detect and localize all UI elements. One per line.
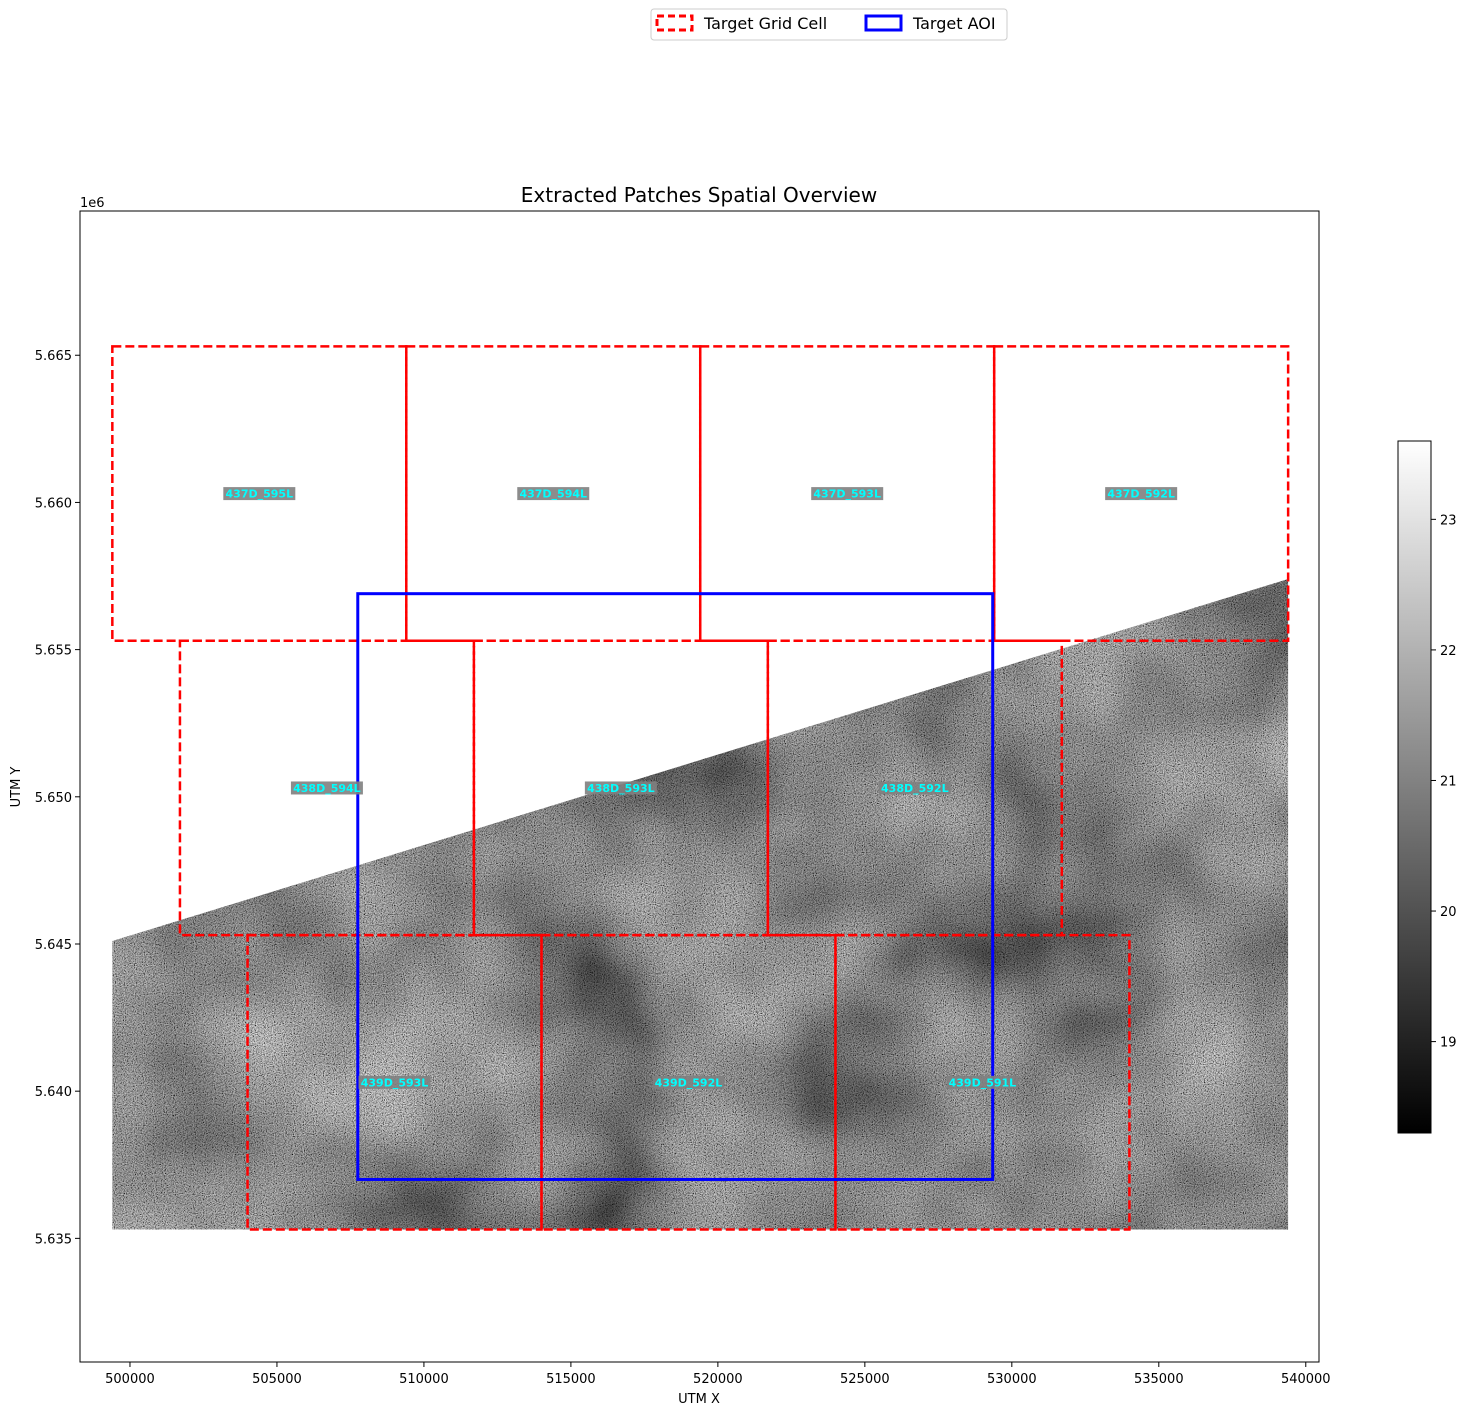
- chart-title: Extracted Patches Spatial Overview: [521, 183, 877, 207]
- y-tick-label: 5.660: [35, 496, 72, 511]
- y-axis-ticks: 5.635 5.640 5.645 5.650 5.655 5.660 5.665: [35, 349, 80, 1247]
- colorbar-tick-label: 22: [1440, 644, 1457, 659]
- grid-cell-label: 437D_595L: [226, 488, 294, 501]
- colorbar: 19 20 21 22 23: [1397, 440, 1457, 1134]
- grid-cell-label: 437D_593L: [813, 488, 881, 501]
- x-tick-label: 500000: [105, 1372, 155, 1387]
- y-axis-label: UTM Y: [9, 767, 24, 808]
- x-axis-ticks: 500000 505000 510000 515000 520000 525000 5300…: [105, 1362, 1331, 1387]
- chart-canvas: Extracted Patches Spatial Overview 1e6 4…: [9, 8, 1457, 1407]
- colorbar-tick-label: 20: [1440, 905, 1457, 920]
- y-axis-offset-text: 1e6: [80, 196, 105, 211]
- legend-grid-cell-label: Target Grid Cell: [703, 14, 827, 33]
- legend: Target Grid Cell Target AOI: [650, 8, 1008, 41]
- grid-cell-label: 438D_594L: [293, 782, 361, 795]
- x-tick-label: 540000: [1281, 1372, 1331, 1387]
- x-tick-label: 525000: [840, 1372, 890, 1387]
- x-tick-label: 520000: [693, 1372, 743, 1387]
- grid-cell-label: 437D_594L: [519, 488, 587, 501]
- colorbar-ticks: 19 20 21 22 23: [1431, 513, 1457, 1051]
- colorbar-gradient: [1397, 440, 1432, 1134]
- x-tick-label: 530000: [987, 1372, 1037, 1387]
- y-tick-label: 5.650: [35, 791, 72, 806]
- grid-cell-label: 437D_592L: [1107, 488, 1175, 501]
- x-axis-label: UTM X: [678, 1392, 720, 1407]
- colorbar-tick-label: 23: [1440, 513, 1457, 528]
- colorbar-tick-label: 21: [1440, 774, 1457, 789]
- x-tick-label: 505000: [252, 1372, 302, 1387]
- y-tick-label: 5.640: [35, 1085, 72, 1100]
- y-tick-label: 5.665: [35, 349, 72, 364]
- grid-cell-label: 438D_592L: [881, 782, 949, 795]
- grid-cell-label: 439D_592L: [655, 1076, 723, 1089]
- colorbar-tick-label: 19: [1440, 1036, 1457, 1051]
- y-tick-label: 5.635: [35, 1232, 72, 1247]
- x-tick-label: 510000: [399, 1372, 449, 1387]
- y-tick-label: 5.645: [35, 938, 72, 953]
- y-tick-label: 5.655: [35, 644, 72, 659]
- plot-area: 437D_595L 437D_594L 437D_593L 437D_592L 438D…: [111, 345, 1290, 1231]
- legend-aoi-label: Target AOI: [912, 14, 996, 33]
- grid-cell-label: 438D_593L: [587, 782, 655, 795]
- grid-cell-label: 439D_591L: [949, 1076, 1017, 1089]
- grid-cell-label: 439D_593L: [361, 1076, 429, 1089]
- x-tick-label: 515000: [546, 1372, 596, 1387]
- x-tick-label: 535000: [1134, 1372, 1184, 1387]
